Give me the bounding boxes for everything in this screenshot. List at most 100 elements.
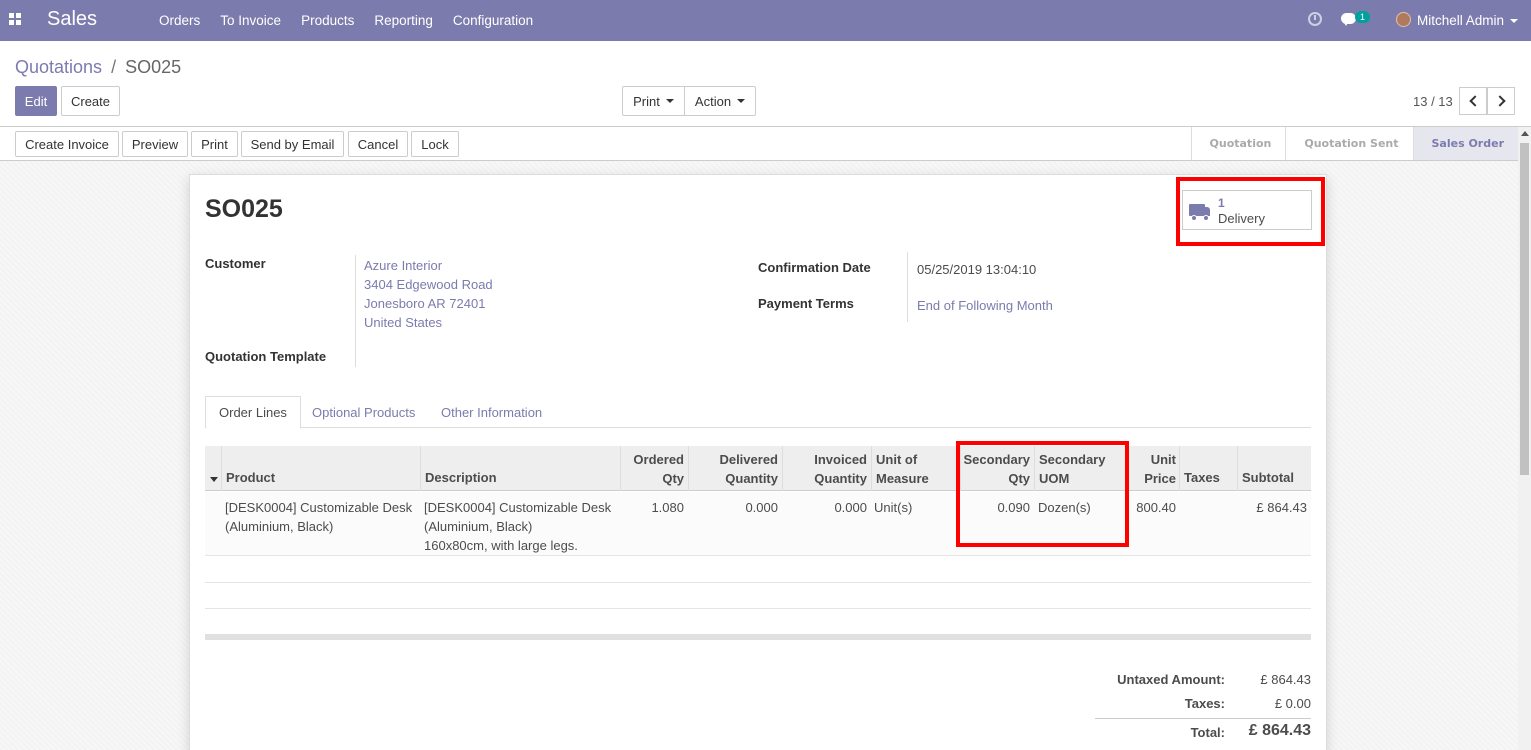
col-taxes-label: Taxes [1184,470,1220,485]
confirmation-date-value: 05/25/2019 13:04:10 [917,262,1037,277]
col-delivered-qty[interactable]: Delivered Quantity [688,446,782,491]
empty-row [205,583,1311,609]
chat-icon[interactable] [1341,13,1356,26]
order-title: SO025 [205,195,283,223]
customer-country[interactable]: United States [364,315,442,330]
main-menu: Orders To Invoice Products Reporting Con… [159,13,553,28]
cell-description-line3: 160x80cm, with large legs. [424,538,578,553]
breadcrumb-quotations[interactable]: Quotations [15,57,102,77]
cell-delivered-qty: 0.000 [745,500,778,515]
total-label: Total: [1190,725,1225,740]
create-button[interactable]: Create [61,86,120,116]
col-ordered-qty-line2: Qty [662,471,684,486]
preview-button[interactable]: Preview [122,131,188,157]
payment-terms-label: Payment Terms [758,296,854,311]
print-dropdown[interactable]: Print [622,86,685,116]
untaxed-amount-value: £ 864.43 [1260,672,1311,687]
stage-sales-order[interactable]: Sales Order [1412,127,1518,160]
tab-other-information[interactable]: Other Information [428,396,555,428]
scroll-up-arrow-icon[interactable] [1521,131,1529,136]
cell-invoiced-qty: 0.000 [834,500,867,515]
cell-subtotal: £ 864.43 [1256,500,1307,515]
send-by-email-button[interactable]: Send by Email [241,131,344,157]
field-divider [355,255,356,367]
customer-city[interactable]: Jonesboro AR 72401 [364,296,485,311]
lock-button[interactable]: Lock [411,131,459,157]
pager-previous-button[interactable] [1459,87,1487,115]
action-dropdown[interactable]: Action [684,86,756,116]
field-divider [907,252,908,322]
pager-value: 13 / 13 [1413,94,1453,109]
chevron-left-icon [1468,95,1481,107]
top-navbar: Sales Orders To Invoice Products Reporti… [0,0,1531,41]
cell-description: [DESK0004] Customizable Desk (Aluminium, … [424,498,619,555]
menu-to-invoice[interactable]: To Invoice [220,13,281,28]
menu-products[interactable]: Products [301,13,354,28]
print-chevron-down-icon [665,99,674,103]
cell-unit-price: 800.40 [1136,500,1176,515]
col-description[interactable]: Description [420,446,620,491]
highlight-box-delivery [1176,177,1325,246]
breadcrumb-separator: / [111,57,117,77]
order-lines-header: Product Description Ordered Qty Delivered… [205,446,1311,491]
cell-description-line2: (Aluminium, Black) [424,519,533,534]
col-taxes[interactable]: Taxes [1179,446,1237,491]
col-product[interactable]: Product [221,446,421,491]
apps-menu-icon[interactable] [9,13,21,25]
col-delivered-qty-line2: Quantity [725,471,778,486]
confirmation-date-label: Confirmation Date [758,260,871,275]
menu-configuration[interactable]: Configuration [453,13,533,28]
breadcrumb-current: SO025 [125,57,182,77]
scrollbar-thumb[interactable] [1520,143,1529,475]
print-dropdown-label: Print [633,93,660,109]
tab-order-lines[interactable]: Order Lines [205,396,301,429]
customer-label: Customer [205,256,266,271]
col-ordered-qty-line1: Ordered [633,452,684,467]
totals-divider [1095,718,1311,719]
tab-optional-products[interactable]: Optional Products [299,396,428,428]
stage-quotation-sent[interactable]: Quotation Sent [1285,127,1413,160]
caret-down-icon[interactable] [210,477,218,482]
customer-name[interactable]: Azure Interior [364,258,442,273]
user-avatar[interactable] [1396,12,1411,27]
taxes-label: Taxes: [1184,696,1225,711]
edit-button[interactable]: Edit [15,86,57,116]
cell-description-line1: [DESK0004] Customizable Desk [424,500,612,515]
stage-quotation[interactable]: Quotation [1190,127,1286,160]
print-button[interactable]: Print [191,131,238,157]
col-unit-price[interactable]: Unit Price [1127,446,1180,491]
activity-clock-icon[interactable] [1308,12,1322,26]
cancel-button[interactable]: Cancel [348,131,408,157]
breadcrumb: Quotations / SO025 [15,57,181,78]
customer-street[interactable]: 3404 Edgewood Road [364,277,493,292]
col-subtotal[interactable]: Subtotal [1237,446,1311,491]
col-ordered-qty[interactable]: Ordered Qty [620,446,688,491]
col-subtotal-label: Subtotal [1242,470,1294,485]
cell-uom: Unit(s) [874,500,913,515]
col-product-label: Product [226,470,276,485]
table-footer [205,634,1311,640]
cell-product: [DESK0004] Customizable Desk (Aluminium, … [225,498,420,536]
table-row[interactable]: [DESK0004] Customizable Desk (Aluminium, … [205,492,1311,556]
app-name[interactable]: Sales [47,8,97,31]
notebook-tabs: Order Lines Optional Products Other Info… [205,396,1311,429]
menu-orders[interactable]: Orders [159,13,200,28]
col-uom-line1: Unit of [876,452,918,467]
user-name: Mitchell Admin [1417,13,1505,28]
cell-product-line1: [DESK0004] Customizable Desk [225,500,413,515]
cell-product-line2: (Aluminium, Black) [225,519,334,534]
user-menu[interactable]: Mitchell Admin [1417,13,1519,28]
col-description-label: Description [425,470,497,485]
col-delivered-qty-line1: Delivered [719,452,778,467]
col-uom[interactable]: Unit of Measure [871,446,960,491]
untaxed-amount-label: Untaxed Amount: [1117,672,1225,687]
pager-next-button[interactable] [1487,87,1515,115]
page-scrollbar[interactable] [1518,127,1531,750]
quotation-template-label: Quotation Template [205,349,327,364]
menu-reporting[interactable]: Reporting [374,13,433,28]
payment-terms-value[interactable]: End of Following Month [917,298,1053,313]
col-invoiced-qty[interactable]: Invoiced Quantity [782,446,871,491]
form-statusbar: Create Invoice Preview Print Send by Ema… [0,127,1518,161]
col-unit-price-line1: Unit [1150,452,1176,467]
create-invoice-button[interactable]: Create Invoice [15,131,119,157]
